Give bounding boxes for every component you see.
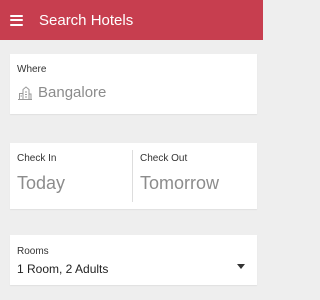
where-card: Where Bangalore: [10, 54, 257, 114]
where-value: Bangalore: [38, 84, 107, 101]
check-in-value: Today: [17, 173, 66, 193]
dates-card: Check In Today Check Out Tomorrow: [10, 143, 257, 209]
city-icon: [18, 85, 32, 100]
hamburger-menu-icon[interactable]: [10, 14, 23, 26]
where-field[interactable]: Bangalore: [17, 84, 106, 101]
check-in-field[interactable]: Check In Today: [10, 143, 132, 209]
rooms-label: Rooms: [17, 246, 49, 257]
check-out-field[interactable]: Check Out Tomorrow: [133, 143, 257, 209]
page-title: Search Hotels: [39, 11, 134, 29]
app-bar: Search Hotels: [0, 0, 263, 40]
rooms-value: 1 Room, 2 Adults: [17, 262, 109, 276]
where-label: Where: [17, 64, 47, 75]
check-out-label: Check Out: [140, 153, 188, 164]
rooms-dropdown[interactable]: Rooms 1 Room, 2 Adults: [10, 235, 257, 285]
check-out-value: Tomorrow: [140, 173, 220, 193]
dropdown-arrow-icon: [237, 264, 245, 269]
check-in-label: Check In: [17, 153, 57, 164]
